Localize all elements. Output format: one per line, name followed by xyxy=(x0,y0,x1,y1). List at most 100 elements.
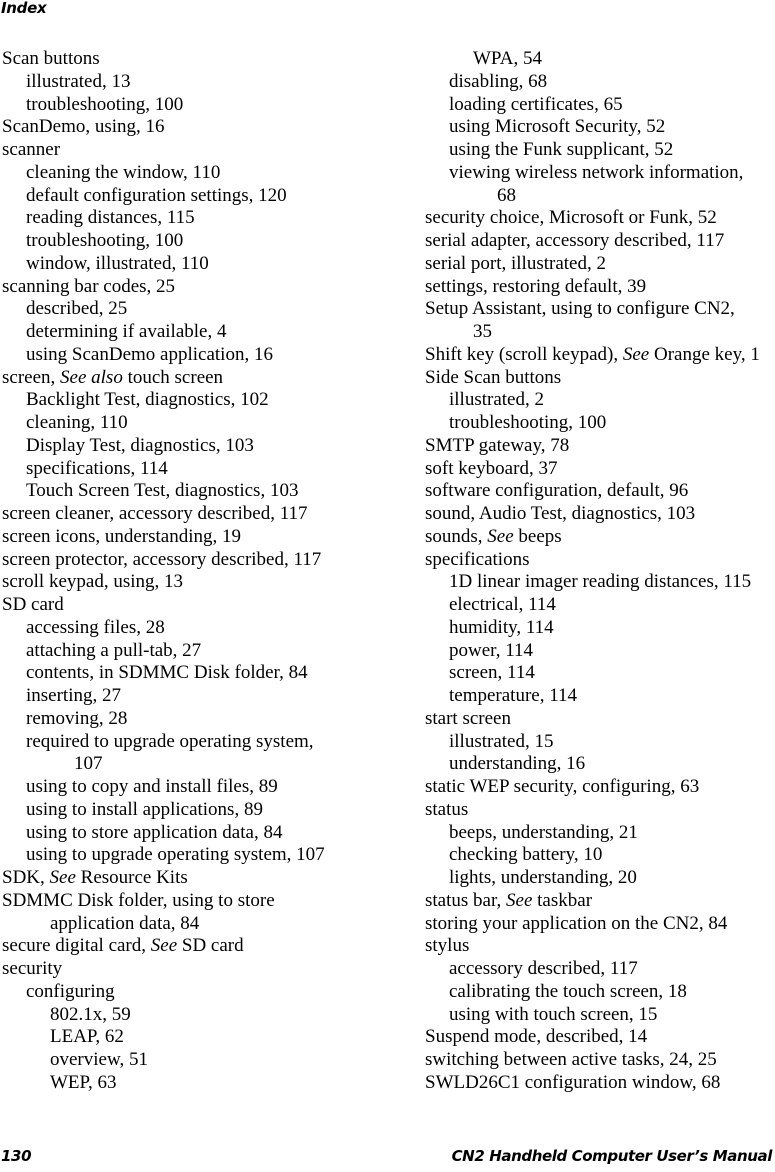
entry-text: using to copy and install files, 89 xyxy=(26,776,278,797)
entry-text: serial port, illustrated, 2 xyxy=(425,252,606,274)
entry-text: Scan buttons xyxy=(2,48,100,69)
entry-text: screen icons, understanding, 19 xyxy=(2,525,242,547)
index-subsubentry: LEAP, 62 xyxy=(2,1026,402,1049)
index-subentry: attaching a pull-tab, 27 xyxy=(2,640,402,663)
entry-text: disabling, 68 xyxy=(449,70,548,92)
entry-text: software configuration, default, 96 xyxy=(425,480,689,502)
entry-text: power, 114 xyxy=(449,639,534,661)
entry-text: LEAP, 62 xyxy=(50,1026,124,1048)
index-subentry: cleaning, 110 xyxy=(2,412,402,435)
index-entry: scanning bar codes, 25 xyxy=(2,276,402,299)
index-subentry: troubleshooting, 100 xyxy=(2,230,402,253)
entry-text: required to upgrade operating system, xyxy=(26,730,314,752)
cross-reference-label: See xyxy=(49,867,76,888)
index-entry: start screen xyxy=(425,708,775,731)
entry-text: security choice, Microsoft or Funk, 52 xyxy=(425,207,717,229)
index-entry: software configuration, default, 96 xyxy=(425,480,775,503)
index-subentry: window, illustrated, 110 xyxy=(2,253,402,276)
index-subentry: determining if available, 4 xyxy=(2,321,402,344)
index-subentry: inserting, 27 xyxy=(2,685,402,708)
index-subentry: specifications, 114 xyxy=(2,458,402,481)
index-entry: sounds, See beeps xyxy=(425,526,775,549)
index-entry: screen, See also touch screen xyxy=(2,367,402,390)
cross-reference-target: touch screen xyxy=(122,366,224,388)
index-subentry: configuring xyxy=(2,981,402,1004)
entry-continuation: 107 xyxy=(74,753,103,775)
entry-text: 802.1x, 59 xyxy=(50,1003,131,1025)
entry-text: configuring xyxy=(26,980,115,1002)
index-entry: status xyxy=(425,799,775,822)
index-entry: scroll keypad, using, 13 xyxy=(2,571,402,594)
entry-text: default configuration settings, 120 xyxy=(26,184,287,206)
entry-text: storing your application on the CN2, 84 xyxy=(425,912,728,934)
index-subentry: using to copy and install files, 89 xyxy=(2,776,402,799)
index-entry: SDMMC Disk folder, using to store xyxy=(2,890,402,913)
entry-text: cleaning, 110 xyxy=(26,412,128,433)
index-subentry: disabling, 68 xyxy=(425,71,775,94)
index-subentry: Touch Screen Test, diagnostics, 103 xyxy=(2,480,402,503)
entry-text: cleaning the window, 110 xyxy=(26,161,221,183)
cross-reference-target: taskbar xyxy=(532,889,593,911)
entry-text: determining if available, 4 xyxy=(26,321,227,342)
index-subentry: removing, 28 xyxy=(2,708,402,731)
index-subentry: temperature, 114 xyxy=(425,685,775,708)
entry-text: specifications, 114 xyxy=(26,457,168,479)
entry-text: Shift key (scroll keypad), xyxy=(425,343,623,365)
entry-text: viewing wireless network information, xyxy=(449,161,744,183)
entry-text: Touch Screen Test, diagnostics, 103 xyxy=(26,480,299,502)
index-entry: SDK, See Resource Kits xyxy=(2,867,402,890)
entry-text: security xyxy=(2,958,63,979)
index-subsubentry: WEP, 63 xyxy=(2,1072,402,1095)
cross-reference-label: See xyxy=(150,935,178,957)
entry-text: SDMMC Disk folder, using to store xyxy=(2,889,275,911)
entry-text: Side Scan buttons xyxy=(425,366,562,388)
entry-text: specifications xyxy=(425,548,530,570)
cross-reference-label: See xyxy=(487,525,514,547)
index-subentry: accessing files, 28 xyxy=(2,617,402,640)
entry-text: using to install applications, 89 xyxy=(26,798,263,820)
entry-text: using Microsoft Security, 52 xyxy=(449,116,666,138)
entry-text: using with touch screen, 15 xyxy=(449,1003,658,1025)
index-entry: static WEP security, configuring, 63 xyxy=(425,776,775,799)
index-entry: ScanDemo, using, 16 xyxy=(2,116,402,139)
index-entry: secure digital card, See SD card xyxy=(2,935,402,958)
index-entry: security choice, Microsoft or Funk, 52 xyxy=(425,207,775,230)
entry-text: lights, understanding, 20 xyxy=(449,867,637,888)
index-subsubentry: 802.1x, 59 xyxy=(2,1004,402,1027)
entry-text: scanner xyxy=(2,139,61,160)
running-header: Index xyxy=(1,0,47,17)
index-subentry: cleaning the window, 110 xyxy=(2,162,402,185)
index-subentry: illustrated, 2 xyxy=(425,389,775,412)
index-subentry: troubleshooting, 100 xyxy=(2,94,402,117)
entry-text: soft keyboard, 37 xyxy=(425,457,558,479)
page-number: 130 xyxy=(1,1147,32,1165)
index-subentry: 1D linear imager reading distances, 115 xyxy=(425,571,775,594)
index-entry: SMTP gateway, 78 xyxy=(425,435,775,458)
index-entry: settings, restoring default, 39 xyxy=(425,276,775,299)
entry-text: using to upgrade operating system, 107 xyxy=(26,844,325,866)
manual-title: CN2 Handheld Computer User’s Manual xyxy=(451,1147,773,1165)
index-subentry: humidity, 114 xyxy=(425,617,775,640)
index-entry: stylus xyxy=(425,935,775,958)
entry-continuation: 68 xyxy=(497,184,516,206)
entry-text: temperature, 114 xyxy=(449,685,578,706)
index-subentry: understanding, 16 xyxy=(425,753,775,776)
entry-text: using to store application data, 84 xyxy=(26,821,283,843)
index-subentry: illustrated, 13 xyxy=(2,71,402,94)
index-entry: SD card xyxy=(2,594,402,617)
entry-text: inserting, 27 xyxy=(26,685,121,706)
index-subentry: loading certificates, 65 xyxy=(425,94,775,117)
entry-text: electrical, 114 xyxy=(449,594,556,615)
entry-text: understanding, 16 xyxy=(449,753,586,775)
entry-text: scroll keypad, using, 13 xyxy=(2,571,184,593)
entry-text: illustrated, 2 xyxy=(449,389,544,411)
index-entry: Scan buttons xyxy=(2,48,402,71)
index-subentry: Display Test, diagnostics, 103 xyxy=(2,435,402,458)
entry-text: settings, restoring default, 39 xyxy=(425,275,647,297)
entry-text: using ScanDemo application, 16 xyxy=(26,343,273,365)
index-entry: soft keyboard, 37 xyxy=(425,458,775,481)
index-subentry: using Microsoft Security, 52 xyxy=(425,116,775,139)
entry-text: 1D linear imager reading distances, 115 xyxy=(449,571,752,593)
index-subsubentry: overview, 51 xyxy=(2,1049,402,1072)
index-entry: security xyxy=(2,958,402,981)
